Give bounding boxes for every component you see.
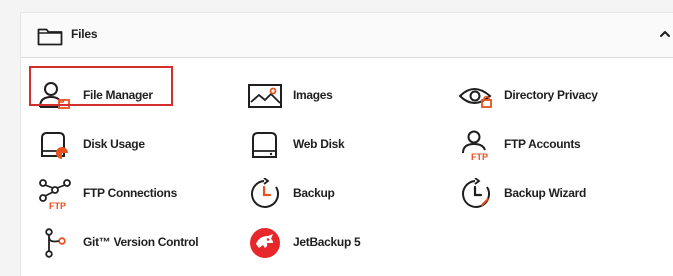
ftp-connections-link[interactable]: FTP FTP Connections [37, 178, 187, 210]
chevron-up-icon[interactable] [658, 27, 672, 41]
jetbackup-label: JetBackup 5 [293, 235, 361, 249]
svg-text:FTP: FTP [471, 152, 488, 161]
folder-icon [37, 28, 63, 46]
images-icon [248, 84, 282, 108]
jetbackup-icon [250, 228, 280, 258]
ftp-connections-label: FTP Connections [83, 186, 177, 200]
panel-title: Files [71, 27, 98, 41]
file-manager-highlight [29, 66, 173, 106]
git-version-control-link[interactable]: Git™ Version Control [37, 227, 207, 259]
ftp-user-icon: FTP [462, 130, 488, 161]
web-disk-link[interactable]: Web Disk [247, 129, 377, 161]
files-panel: Files File Manager Images Directory Priv… [20, 12, 673, 276]
directory-privacy-label: Directory Privacy [504, 88, 598, 102]
ftp-network-icon: FTP [39, 179, 71, 210]
web-disk-icon [252, 132, 277, 158]
images-link[interactable]: Images [247, 80, 377, 112]
disk-usage-label: Disk Usage [83, 137, 145, 151]
backup-wizard-label: Backup Wizard [504, 186, 587, 200]
git-icon [45, 228, 66, 258]
directory-privacy-link[interactable]: Directory Privacy [458, 80, 638, 112]
svg-text:FTP: FTP [49, 201, 66, 210]
disk-usage-link[interactable]: Disk Usage [37, 129, 167, 161]
files-panel-header[interactable]: Files [21, 13, 673, 58]
git-version-control-label: Git™ Version Control [83, 235, 199, 249]
backup-clock-icon [251, 178, 279, 208]
web-disk-label: Web Disk [293, 137, 345, 151]
disk-usage-icon [41, 132, 68, 159]
eye-lock-icon [458, 88, 492, 108]
jetbackup-link[interactable]: JetBackup 5 [247, 227, 377, 259]
backup-label: Backup [293, 186, 335, 200]
backup-link[interactable]: Backup [247, 178, 377, 210]
images-label: Images [293, 88, 333, 102]
backup-wizard-link[interactable]: Backup Wizard [458, 178, 618, 210]
backup-wizard-icon [462, 178, 490, 208]
ftp-accounts-link[interactable]: FTP FTP Accounts [458, 129, 618, 161]
ftp-accounts-label: FTP Accounts [504, 137, 581, 151]
